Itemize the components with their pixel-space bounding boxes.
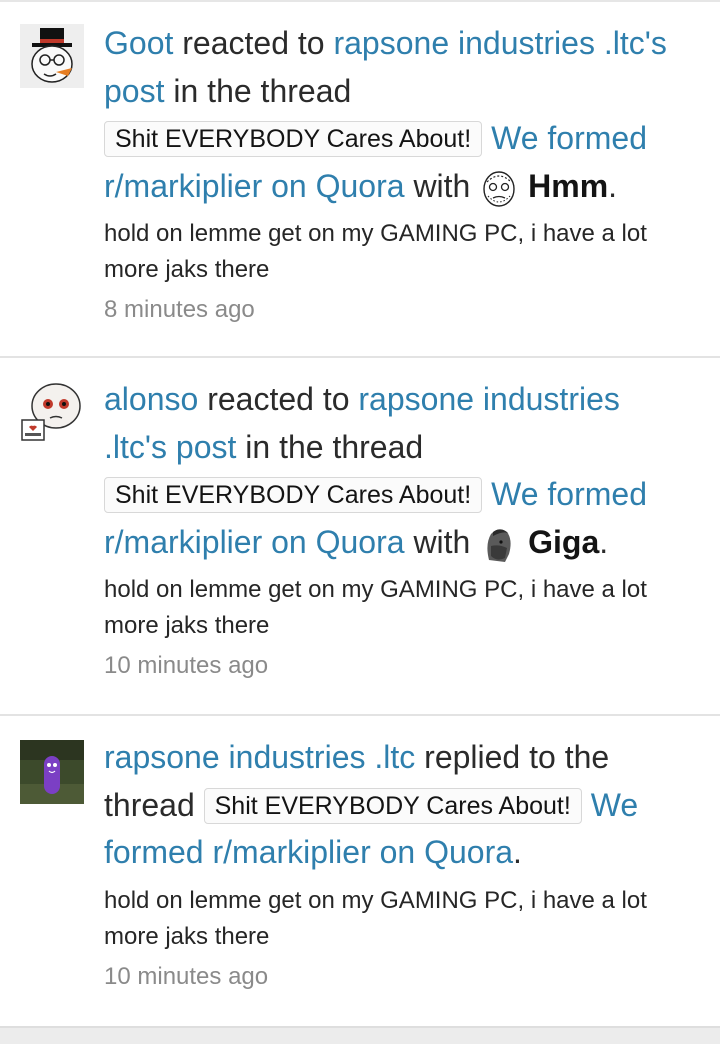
hmm-face-icon <box>479 168 519 208</box>
purple-character-avatar-icon <box>20 740 84 804</box>
reaction-name: Giga <box>528 523 600 560</box>
alert-mid-text: in the thread <box>236 428 424 465</box>
coffee-wojak-avatar-icon <box>20 380 84 444</box>
thread-prefix-badge: Shit EVERYBODY Cares About! <box>104 477 483 513</box>
alert-timestamp: 10 minutes ago <box>104 652 269 679</box>
giga-face-icon <box>479 524 520 565</box>
alert-end-punct: . <box>599 523 609 560</box>
alert-headline: Goot reacted to rapsone industries .ltc'… <box>104 20 684 210</box>
alert-snippet: hold on lemme get on my GAMING PC, i hav… <box>104 220 647 283</box>
alert-end-punct: . <box>513 834 522 870</box>
alert-item: Goot reacted to rapsone industries .ltc'… <box>0 2 720 356</box>
alert-headline: rapsone industries .ltc replied to the t… <box>104 734 684 877</box>
reaction-name: Hmm <box>528 167 609 204</box>
avatar[interactable] <box>20 24 84 88</box>
alert-verb: reacted to <box>198 381 359 417</box>
avatar[interactable] <box>20 740 84 804</box>
alert-snippet: hold on lemme get on my GAMING PC, i hav… <box>104 576 647 639</box>
avatar[interactable] <box>20 380 84 444</box>
user-link[interactable]: rapsone industries .ltc <box>104 739 415 775</box>
alert-verb: reacted to <box>173 25 334 61</box>
alert-content: Goot reacted to rapsone industries .ltc'… <box>104 20 684 326</box>
alert-with-text: with <box>404 167 480 204</box>
list-footer-bar <box>0 1026 720 1044</box>
alert-timestamp: 10 minutes ago <box>104 962 269 990</box>
alert-item: alonso reacted to rapsone industries .lt… <box>0 358 720 714</box>
alert-with-text: with <box>404 523 480 560</box>
alert-content: rapsone industries .ltc replied to the t… <box>104 734 684 993</box>
thread-prefix-badge: Shit EVERYBODY Cares About! <box>203 787 582 824</box>
top-hat-wojak-avatar-icon <box>20 24 84 88</box>
alert-content: alonso reacted to rapsone industries .lt… <box>104 376 684 682</box>
thread-prefix-badge: Shit EVERYBODY Cares About! <box>104 121 483 157</box>
user-link[interactable]: alonso <box>104 381 198 417</box>
alert-headline: alonso reacted to rapsone industries .lt… <box>104 376 684 566</box>
alert-snippet: hold on lemme get on my GAMING PC, i hav… <box>104 886 647 950</box>
alert-item: rapsone industries .ltc replied to the t… <box>0 716 720 1026</box>
alert-end-punct: . <box>608 167 618 204</box>
alert-mid-text: in the thread <box>164 72 352 109</box>
alert-timestamp: 8 minutes ago <box>104 296 255 323</box>
user-link[interactable]: Goot <box>104 25 173 61</box>
